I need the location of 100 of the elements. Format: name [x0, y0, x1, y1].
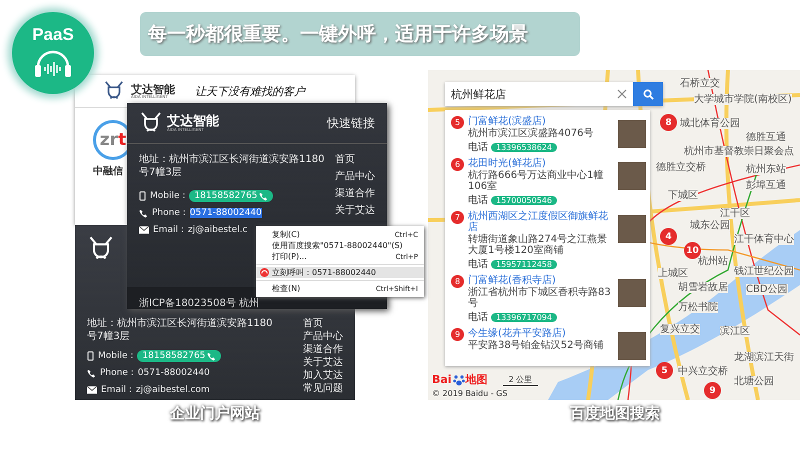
menu-label: 使用百度搜索"0571-88002440"(S) [272, 240, 404, 251]
result-address: 转塘街道象山路274号之江燕景大厦1号楼120室商铺 [468, 234, 608, 256]
map-label: 上城区 [658, 268, 688, 279]
address-text: 地址：杭州市滨江区长河街道滨安路1180号7幢3层 [139, 154, 326, 179]
photo-placeholder [618, 215, 646, 243]
quick-links-title: 快速链接 [327, 114, 375, 132]
result-address: 浙江省杭州市下城区香积寺路83号 [468, 287, 612, 309]
footer-link[interactable]: 常见问题 [303, 383, 343, 395]
map-label: 德胜互通 [746, 132, 786, 143]
mobile-icon [139, 191, 146, 201]
email-icon [87, 386, 97, 394]
headline-banner: 每一秒都很重要。一键外呼，适用于许多场景 [140, 12, 580, 56]
email-label: Email : [101, 385, 132, 395]
map-label: 杭州东站 [746, 164, 786, 175]
result-title[interactable]: 花田时光(鲜花店) [468, 158, 614, 169]
result-title[interactable]: 门富鲜花(滨盛店) [468, 116, 614, 127]
footer-link[interactable]: 产品中心 [303, 331, 343, 343]
menu-item[interactable]: 立刻呼叫：0571-88002440 [256, 267, 424, 278]
footer-link[interactable]: 首页 [335, 154, 375, 166]
footer-link[interactable]: 渠道合作 [303, 344, 343, 356]
phone-icon [259, 192, 268, 200]
brand-name: 艾达智能 [167, 114, 219, 128]
phone-label: 电话 [468, 258, 488, 271]
result-title[interactable]: 杭州西湖区之江度假区御旗鲜花店 [468, 211, 614, 233]
map-scale: 2 公里 [502, 374, 538, 386]
map-label: 下城区 [668, 190, 698, 201]
map-label: 杭州站 [698, 256, 728, 267]
footer-link[interactable]: 产品中心 [335, 171, 375, 183]
slogan: 让天下没有难找的客户 [195, 84, 305, 98]
map-label: 杭州市基督教崇日聚会点 [684, 146, 794, 157]
email-icon [139, 226, 149, 234]
robot-logo-icon [103, 80, 125, 102]
map-label: 大学城市学院(南校区) [694, 94, 792, 105]
photo-placeholder [618, 162, 646, 190]
phone-label: 电话 [468, 194, 488, 207]
phone-number: 0571-88002440 [190, 208, 262, 218]
map-label: 江干体育中心 [734, 234, 794, 245]
footer-link[interactable]: 渠道合作 [335, 188, 375, 200]
close-icon[interactable] [617, 89, 627, 99]
phone-number: 0571-88002440 [138, 368, 210, 378]
map-label: 城北体育公园 [680, 118, 740, 129]
result-title[interactable]: 门富鲜花(香积寺店) [468, 275, 614, 286]
map-label: CBD公园 [746, 284, 788, 295]
map-logo-text: 地图 [466, 372, 488, 387]
menu-label: 立刻呼叫：0571-88002440 [272, 267, 377, 278]
phone-label: Phone : [152, 208, 186, 218]
mobile-icon [87, 351, 94, 361]
map-label: 胡雪岩故居 [678, 282, 728, 293]
map-label: 北塘公园 [734, 376, 774, 387]
badge-label: PaaS [32, 25, 74, 45]
result-pin: 7 [451, 211, 464, 224]
search-button[interactable] [633, 82, 663, 106]
email-address: zj@aibestel.com [136, 385, 210, 395]
paw-icon [452, 374, 465, 386]
result-pin: 5 [451, 116, 464, 129]
map-label: 江干区 [720, 208, 750, 219]
brand-name: 艾达智能 [131, 84, 175, 94]
caption: 百度地图搜索 [570, 404, 660, 423]
address-text: 地址：杭州市滨江区长河街道滨安路1180号7幢3层 [87, 318, 274, 343]
menu-label: 打印(P)... [272, 251, 308, 262]
phone-icon [139, 208, 148, 218]
map-label: 城东公园 [690, 220, 730, 231]
map-label: 德胜立交桥 [656, 162, 706, 173]
mobile-label: Mobile : [150, 191, 186, 201]
search-icon [642, 88, 654, 100]
map-label: 复兴立交 [660, 324, 700, 335]
copyright-text: © 2019 Baidu - GS [432, 389, 508, 398]
map-label: 钱江世纪公园 [734, 266, 794, 277]
email-address: zj@aibestel.c [188, 225, 248, 235]
mobile-label: Mobile : [98, 351, 134, 361]
result-pin: 6 [451, 158, 464, 171]
footer-link[interactable]: 关于艾达 [303, 357, 343, 369]
map-label: 彭埠互通 [746, 180, 786, 191]
phone-icon [87, 368, 96, 378]
phone-label: 电话 [468, 140, 488, 154]
menu-item[interactable]: 使用百度搜索"0571-88002440"(S) [256, 240, 424, 251]
footer-link[interactable]: 关于艾达 [335, 205, 375, 217]
result-address: 杭行路666号万达商业中心1幢106室 [468, 170, 604, 192]
result-pin: 9 [451, 328, 464, 341]
footer-link[interactable]: 加入艾达 [303, 370, 343, 382]
caption: 企业门户网站 [170, 404, 260, 423]
map-label: 中兴立交桥 [678, 366, 728, 377]
footer-link[interactable]: 首页 [303, 318, 343, 330]
map-label: 龙湖滨江天街 [734, 352, 794, 363]
map-label: 滨江区 [720, 326, 750, 337]
result-title[interactable]: 今生缘(花卉平安路店) [468, 328, 614, 339]
partner-name: 中融信 [93, 164, 123, 178]
result-address: 杭州市滨江区滨盛路4076号 [468, 128, 594, 139]
map-label: 万松书院 [678, 302, 718, 313]
photo-placeholder [618, 120, 646, 148]
menu-label: 检查(N) [272, 283, 302, 294]
phone-icon [207, 352, 216, 360]
menu-label: 复制(C) [272, 229, 301, 240]
email-label: Email : [153, 225, 184, 235]
icp-text: 浙ICP备18023508号 杭州 [139, 298, 260, 309]
result-pin: 8 [451, 275, 464, 288]
map-label: 石桥立交 [680, 78, 720, 89]
map-logo-text: Bai [432, 373, 452, 386]
photo-placeholder [618, 332, 646, 360]
phone-label: Phone : [100, 368, 134, 378]
